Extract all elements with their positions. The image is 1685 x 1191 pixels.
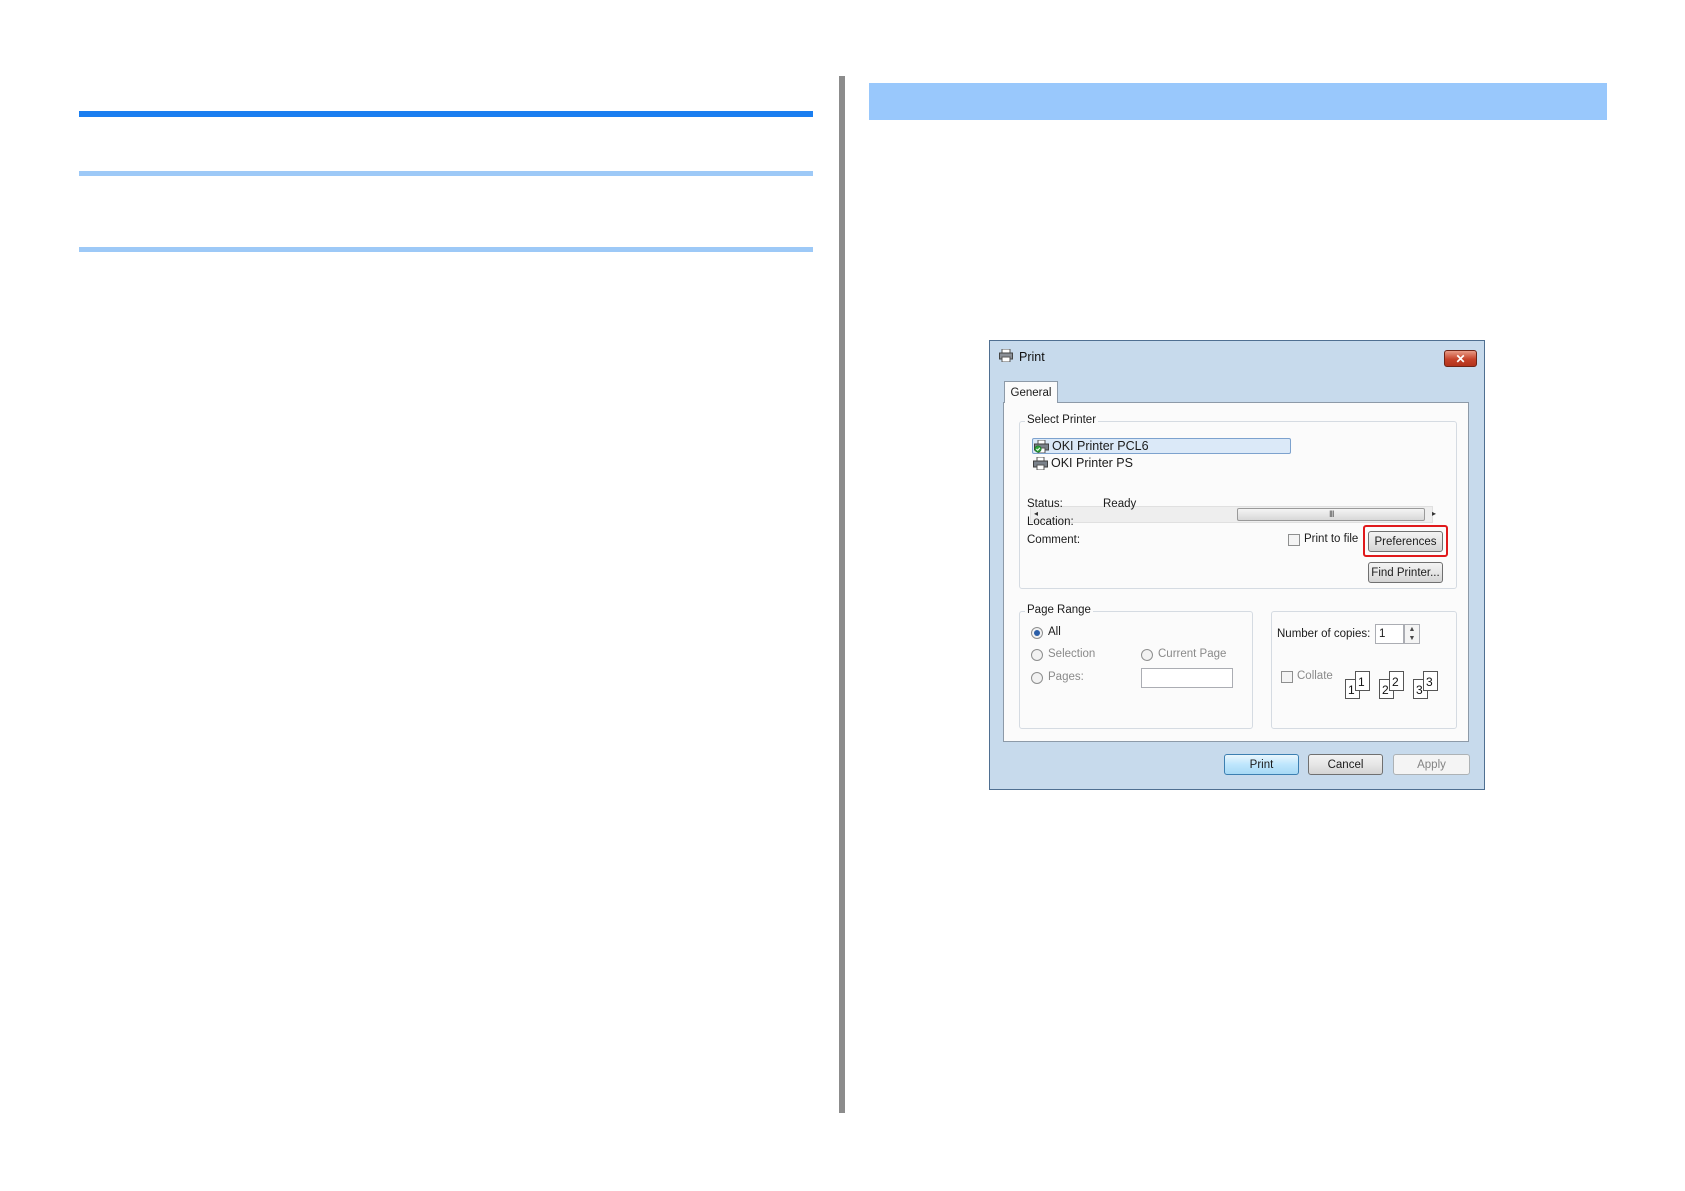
print-to-file-label: Print to file	[1304, 533, 1359, 545]
copies-input[interactable]: 1	[1375, 624, 1404, 644]
collate-checkbox[interactable]	[1281, 671, 1293, 683]
scroll-right-icon[interactable]: ▸	[1432, 509, 1436, 518]
copies-stepper[interactable]: ▲ ▼	[1404, 624, 1420, 644]
printer-list-item[interactable]: OKI Printer PS	[1032, 456, 1291, 472]
print-dialog: Print ✕ General Select Printer OKI Print…	[989, 340, 1485, 790]
printer-name: OKI Printer PCL6	[1052, 439, 1149, 453]
page-range-selection-radio[interactable]	[1031, 649, 1043, 661]
dialog-titlebar[interactable]: Print ✕	[990, 341, 1484, 371]
close-button[interactable]: ✕	[1444, 350, 1477, 367]
status-value: Ready	[1103, 498, 1137, 510]
page-range-current-label: Current Page	[1158, 648, 1227, 660]
section-rule-secondary	[79, 171, 813, 176]
select-printer-label: Select Printer	[1025, 414, 1099, 426]
apply-button[interactable]: Apply	[1393, 754, 1470, 775]
print-button[interactable]: Print	[1224, 754, 1299, 775]
location-label: Location:	[1027, 516, 1074, 528]
page-range-label: Page Range	[1025, 604, 1093, 616]
section-header-band	[869, 83, 1607, 120]
page-range-all-radio[interactable]	[1031, 627, 1043, 639]
collate-label: Collate	[1297, 670, 1333, 682]
number-of-copies-label: Number of copies:	[1277, 628, 1371, 640]
collate-sheet: 1	[1355, 671, 1370, 691]
status-label: Status:	[1027, 498, 1063, 510]
printer-icon	[1033, 457, 1048, 470]
printer-icon	[999, 349, 1013, 362]
page-range-pages-radio[interactable]	[1031, 672, 1043, 684]
section-rule-primary	[79, 111, 813, 117]
close-icon: ✕	[1455, 351, 1466, 366]
page-divider	[839, 76, 845, 1113]
find-printer-button[interactable]: Find Printer...	[1368, 562, 1443, 583]
print-to-file-checkbox[interactable]	[1288, 534, 1300, 546]
preferences-button[interactable]: Preferences	[1368, 531, 1443, 552]
comment-label: Comment:	[1027, 534, 1081, 546]
pages-input[interactable]	[1141, 668, 1233, 688]
section-rule-secondary	[79, 247, 813, 252]
page-range-current-radio[interactable]	[1141, 649, 1153, 661]
collate-sheet: 3	[1423, 671, 1438, 691]
dialog-title: Print	[1019, 350, 1045, 364]
collate-sheet: 2	[1389, 671, 1404, 691]
cancel-button[interactable]: Cancel	[1308, 754, 1383, 775]
tab-general[interactable]: General	[1004, 381, 1058, 403]
scrollbar-grip-icon: III	[1329, 509, 1334, 519]
page-range-all-label: All	[1048, 626, 1061, 638]
printer-name: OKI Printer PS	[1051, 456, 1133, 470]
printer-list-item-selected[interactable]: OKI Printer PCL6	[1032, 438, 1291, 454]
page-range-selection-label: Selection	[1048, 648, 1096, 660]
page-range-pages-label: Pages:	[1048, 671, 1084, 683]
printer-default-icon	[1034, 440, 1049, 453]
